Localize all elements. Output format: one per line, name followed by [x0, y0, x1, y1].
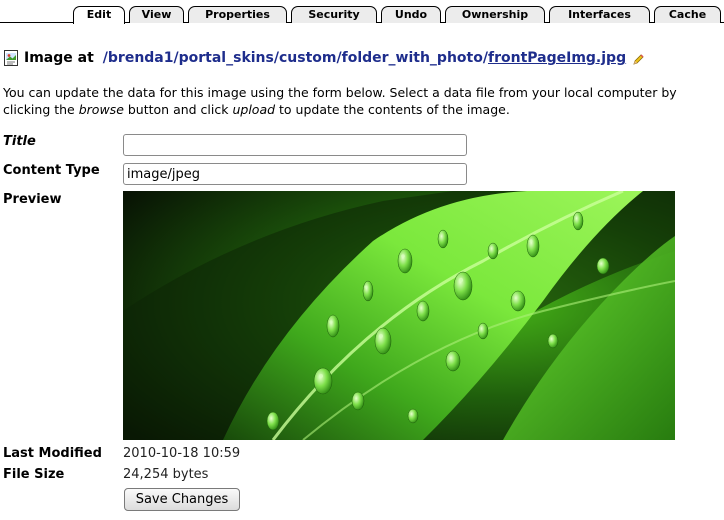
tab-view[interactable]: View [129, 6, 184, 23]
heading-label: Image at [24, 50, 94, 66]
tab-bar: Edit View Properties Security Undo Owner… [0, 0, 724, 24]
intro-text: You can update the data for this image u… [3, 84, 718, 118]
breadcrumb: /brenda1/portal_skins/custom/folder_with… [103, 50, 626, 66]
pencil-icon[interactable] [632, 54, 644, 66]
file-size-label: File Size [3, 467, 65, 482]
title-label: Title [3, 134, 36, 149]
breadcrumb-link-front-page-img[interactable]: frontPageImg.jpg [488, 50, 626, 66]
image-document-icon [4, 50, 18, 66]
tab-cache[interactable]: Cache [654, 6, 721, 23]
tab-undo[interactable]: Undo [381, 6, 441, 23]
title-input[interactable] [123, 134, 467, 156]
breadcrumb-link-portal-skins[interactable]: portal_skins [179, 50, 274, 66]
save-changes-button[interactable]: Save Changes [124, 488, 240, 511]
tab-edit[interactable]: Edit [73, 6, 125, 24]
intro-text-part: button and click [123, 102, 233, 117]
intro-emphasis-upload: upload [232, 102, 276, 117]
last-modified-label: Last Modified [3, 446, 102, 461]
intro-text-part: to update the contents of the image. [275, 102, 510, 117]
breadcrumb-link-custom[interactable]: custom [279, 50, 337, 66]
content-type-label: Content Type [3, 163, 100, 178]
breadcrumb-link-brenda1[interactable]: /brenda1 [103, 50, 174, 66]
intro-emphasis-browse: browse [78, 102, 124, 117]
preview-image [123, 191, 675, 440]
preview-label: Preview [3, 192, 62, 207]
last-modified-value: 2010-10-18 10:59 [123, 446, 241, 461]
tab-properties[interactable]: Properties [188, 6, 287, 23]
tab-security[interactable]: Security [291, 6, 377, 23]
tab-interfaces[interactable]: Interfaces [549, 6, 650, 23]
tab-ownership[interactable]: Ownership [445, 6, 545, 23]
content-type-input[interactable] [123, 163, 467, 185]
page-heading: Image at /brenda1/portal_skins/custom/fo… [4, 48, 644, 68]
file-size-value: 24,254 bytes [123, 467, 209, 482]
breadcrumb-link-folder-with-photo[interactable]: folder_with_photo [342, 50, 483, 66]
